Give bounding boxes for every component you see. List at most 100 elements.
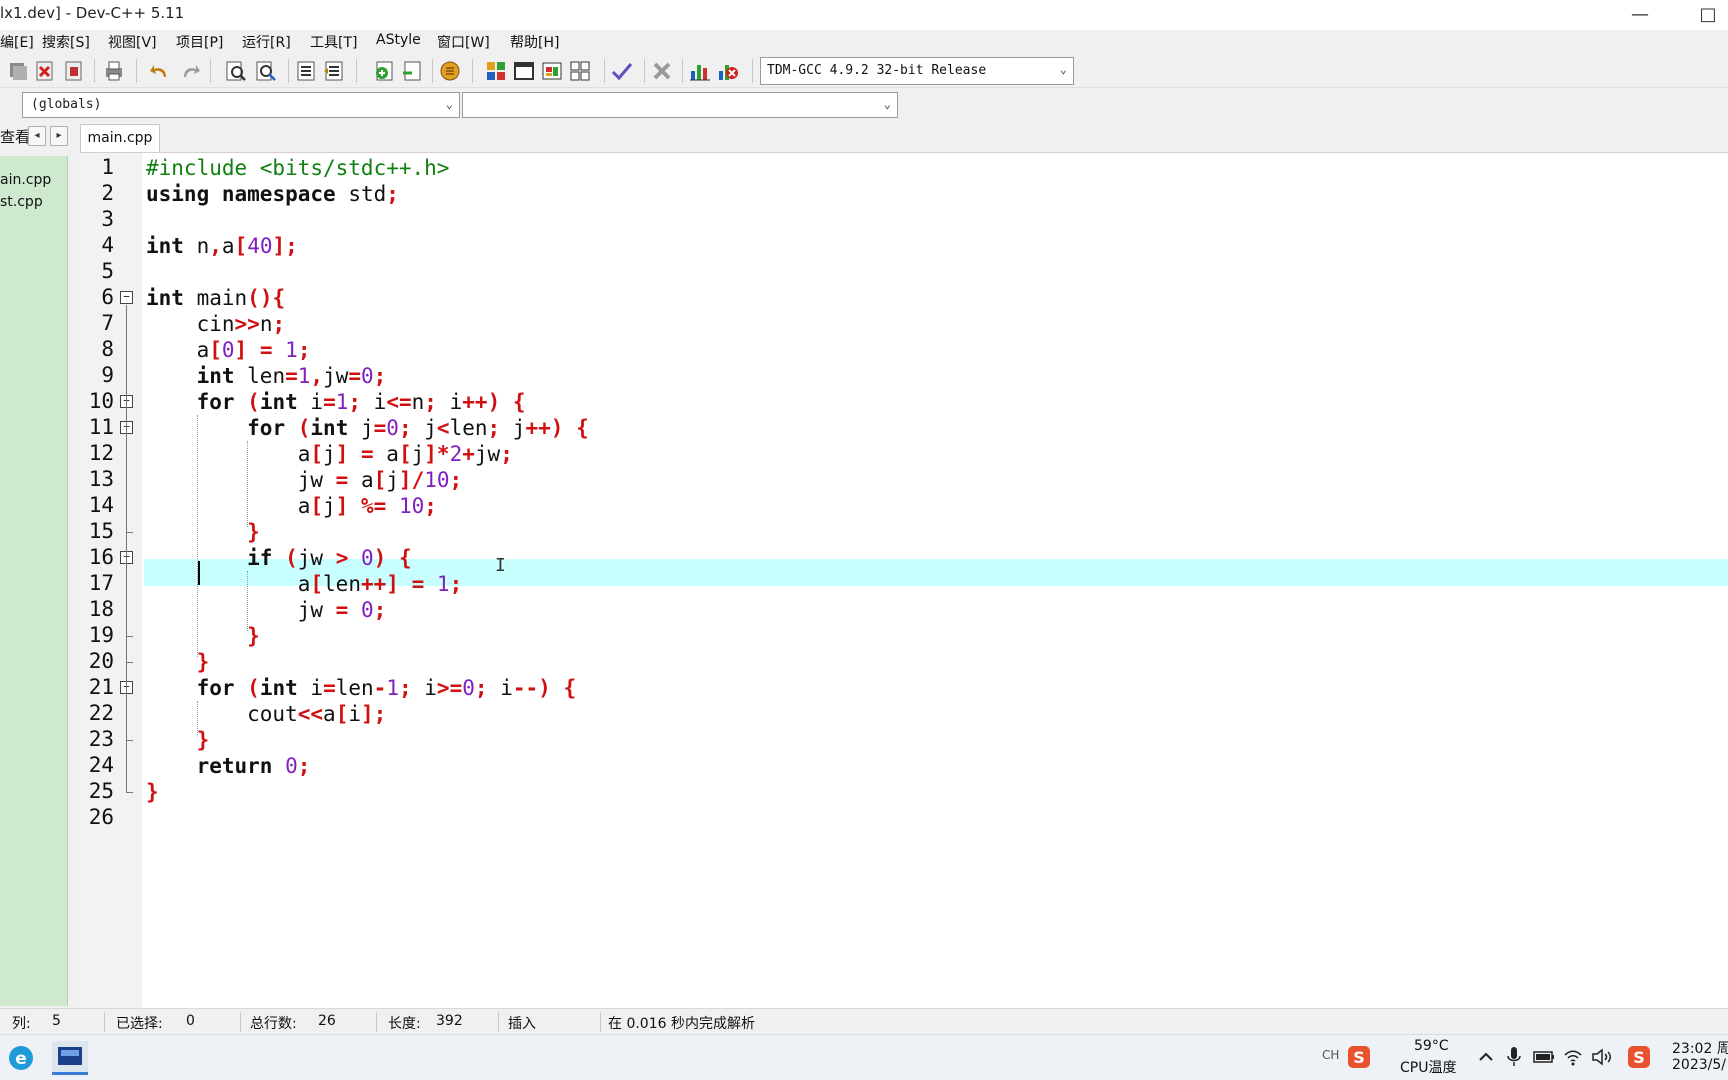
check-syntax-icon[interactable] (610, 59, 634, 83)
menu-project[interactable]: 项目[P] (176, 32, 223, 52)
status-divider (600, 1012, 601, 1032)
menu-view[interactable]: 视图[V] (108, 32, 157, 52)
chevron-up-icon[interactable] (1476, 1047, 1496, 1067)
ime-indicator[interactable]: CH (1322, 1048, 1339, 1062)
save-all-icon[interactable] (6, 59, 30, 83)
status-col-value: 5 (52, 1013, 61, 1029)
code-line[interactable]: return 0; (146, 753, 311, 779)
menu-astyle[interactable]: AStyle (376, 32, 421, 48)
sogou-icon[interactable]: S (1346, 1044, 1372, 1070)
devcpp-taskbar-icon[interactable] (52, 1041, 88, 1075)
remove-from-project-icon[interactable] (400, 59, 424, 83)
indent-guide (247, 571, 249, 631)
tab-scroll-left-icon[interactable]: ◂ (28, 126, 46, 146)
find-icon[interactable] (224, 59, 248, 83)
code-line[interactable]: a[j] = a[j]*2+jw; (146, 441, 513, 467)
menu-bar: 编[E] 搜索[S] 视图[V] 项目[P] 运行[R] 工具[T] AStyl… (0, 30, 1728, 54)
line-number: 1 (101, 155, 114, 179)
code-line[interactable]: jw = 0; (146, 597, 387, 623)
menu-search[interactable]: 搜索[S] (42, 32, 90, 52)
fullscreen-icon[interactable] (512, 59, 536, 83)
code-line[interactable]: } (146, 519, 260, 545)
microphone-icon[interactable] (1504, 1045, 1524, 1069)
panel-tab-view[interactable]: 查看 (0, 126, 30, 147)
tab-scroll-right-icon[interactable]: ▸ (50, 126, 68, 146)
tile-icon[interactable] (484, 59, 508, 83)
project-options-icon[interactable] (438, 59, 462, 83)
close-file-icon[interactable] (33, 59, 57, 83)
status-divider (104, 1012, 105, 1032)
menu-run[interactable]: 运行[R] (242, 32, 291, 52)
tab-main-cpp[interactable]: main.cpp (80, 124, 160, 152)
undo-icon[interactable] (148, 59, 172, 83)
line-number: 7 (101, 311, 114, 335)
code-line[interactable]: using namespace std; (146, 181, 399, 207)
minimize-button[interactable]: — (1620, 2, 1660, 28)
ie-icon[interactable]: e (6, 1043, 36, 1073)
line-number: 13 (88, 467, 114, 491)
fold-toggle-icon[interactable]: − (120, 291, 133, 304)
indent-icon[interactable] (294, 59, 318, 83)
code-editor[interactable]: 1 2 3 4 5 6 7 8 9 10 11 12 13 14 15 16 17 18 19 20 21 22 23 24 2… (80, 152, 1728, 1008)
code-line[interactable]: #include <bits/stdc++.h> (146, 155, 449, 181)
line-number: 14 (88, 493, 114, 517)
svg-text:e: e (15, 1049, 27, 1069)
unindent-icon[interactable] (322, 59, 346, 83)
clock-time[interactable]: 23:02 周 (1672, 1038, 1728, 1058)
wifi-icon[interactable] (1562, 1046, 1584, 1068)
compiler-select[interactable]: TDM-GCC 4.9.2 32-bit Release ⌄ (760, 57, 1074, 85)
code-line[interactable]: } (146, 623, 260, 649)
code-line[interactable]: if (jw > 0) { (146, 545, 411, 571)
code-line[interactable]: cin>>n; (146, 311, 286, 337)
sogou-tray-icon[interactable]: S (1626, 1044, 1652, 1070)
replace-icon[interactable] (254, 59, 278, 83)
member-select[interactable]: ⌄ (462, 92, 898, 118)
toolbar-separator (356, 59, 357, 83)
line-number: 11 (88, 415, 114, 439)
toolbar-separator (752, 59, 753, 83)
add-to-project-icon[interactable] (372, 59, 396, 83)
line-number: 12 (88, 441, 114, 465)
code-line[interactable]: } (146, 779, 159, 805)
menu-window[interactable]: 窗口[W] (437, 32, 490, 52)
line-number: 18 (88, 597, 114, 621)
stop-icon[interactable] (650, 59, 674, 83)
chevron-down-icon: ⌄ (883, 97, 891, 111)
code-line[interactable]: int n,a[40]; (146, 233, 298, 259)
windows-icon[interactable] (568, 59, 592, 83)
code-line[interactable]: a[0] = 1; (146, 337, 311, 363)
toolbar-separator (604, 59, 605, 83)
code-line[interactable]: } (146, 727, 210, 753)
theme-icon[interactable] (540, 59, 564, 83)
code-line[interactable]: a[len++] = 1; (146, 571, 463, 597)
profile-icon[interactable] (688, 59, 712, 83)
clock-date[interactable]: 2023/5/ (1672, 1057, 1726, 1073)
code-line[interactable]: for (int i=1; i<=n; i++) { (146, 389, 526, 415)
maximize-button[interactable]: □ (1688, 2, 1728, 28)
menu-edit[interactable]: 编[E] (0, 32, 34, 52)
code-line[interactable]: int main(){ (146, 285, 285, 311)
volume-icon[interactable] (1590, 1046, 1614, 1068)
fold-end (126, 740, 133, 741)
project-file-test[interactable]: st.cpp (0, 194, 43, 210)
app-window: lx1.dev] - Dev-C++ 5.11 — □ 编[E] 搜索[S] 视… (0, 0, 1728, 1080)
project-file-main[interactable]: ain.cpp (0, 172, 51, 188)
code-line[interactable]: for (int i=len-1; i>=0; i--) { (146, 675, 577, 701)
close-all-icon[interactable] (62, 59, 86, 83)
indent-guide (196, 701, 198, 735)
print-icon[interactable] (102, 59, 126, 83)
code-line[interactable]: a[j] %= 10; (146, 493, 437, 519)
code-line[interactable]: int len=1,jw=0; (146, 363, 387, 389)
scope-select[interactable]: (globals) ⌄ (22, 92, 460, 118)
code-line[interactable]: } (146, 649, 210, 675)
delete-profile-icon[interactable] (716, 59, 740, 83)
menu-tools[interactable]: 工具[T] (310, 32, 357, 52)
code-line[interactable]: jw = a[j]/10; (146, 467, 462, 493)
menu-help[interactable]: 帮助[H] (510, 32, 559, 52)
redo-icon[interactable] (178, 59, 202, 83)
code-line[interactable]: for (int j=0; j<len; j++) { (146, 415, 589, 441)
chevron-down-icon: ⌄ (445, 97, 453, 111)
battery-icon[interactable] (1532, 1047, 1556, 1067)
line-number: 5 (101, 259, 114, 283)
code-line[interactable]: cout<<a[i]; (146, 701, 386, 727)
